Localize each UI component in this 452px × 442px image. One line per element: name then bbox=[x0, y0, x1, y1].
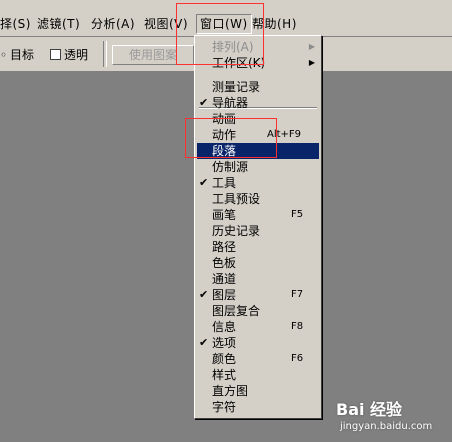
target-radio-icon[interactable]: ◦ bbox=[0, 47, 7, 63]
menu-item-tools[interactable]: ✔ 工具 bbox=[197, 175, 319, 191]
submenu-arrow-icon: ▶ bbox=[308, 42, 315, 51]
checkmark-icon: ✔ bbox=[199, 336, 209, 349]
transparent-checkbox[interactable] bbox=[50, 49, 61, 60]
menu-item-character[interactable]: 字符 bbox=[197, 399, 319, 415]
menu-item-layer-comps[interactable]: 图层复合 bbox=[197, 303, 319, 319]
menu-item-navigator[interactable]: ✔ 导航器 bbox=[197, 95, 319, 111]
submenu-arrow-icon: ▶ bbox=[308, 58, 315, 67]
target-label: 目标 bbox=[10, 48, 35, 62]
checkmark-icon: ✔ bbox=[199, 176, 209, 189]
menu-item-layers[interactable]: ✔ 图层 F7 bbox=[197, 287, 319, 303]
menu-item-tool-presets[interactable]: 工具预设 bbox=[197, 191, 319, 207]
toolbar-divider bbox=[103, 41, 107, 67]
menu-item-styles[interactable]: 样式 bbox=[197, 367, 319, 383]
menu-item-channels[interactable]: 通道 bbox=[197, 271, 319, 287]
menu-select[interactable]: 择(S) bbox=[0, 15, 31, 33]
checkmark-icon: ✔ bbox=[199, 288, 209, 301]
menu-item-options[interactable]: ✔ 选项 bbox=[197, 335, 319, 351]
watermark-url: jingyan.baidu.com bbox=[340, 421, 433, 432]
menu-item-measurement-log[interactable]: 测量记录 bbox=[197, 79, 319, 95]
menu-item-history[interactable]: 历史记录 bbox=[197, 223, 319, 239]
annotation-box-window-menu bbox=[176, 3, 264, 65]
menu-item-color[interactable]: 颜色 F6 bbox=[197, 351, 319, 367]
menu-item-clone-source[interactable]: 仿制源 bbox=[197, 159, 319, 175]
menu-analysis[interactable]: 分析(A) bbox=[91, 15, 135, 33]
menu-item-histogram[interactable]: 直方图 bbox=[197, 383, 319, 399]
menu-item-paths[interactable]: 路径 bbox=[197, 239, 319, 255]
window-menu-dropdown: 排列(A) ▶ 工作区(K) ▶ 测量记录 ✔ 导航器 动画 动作 Alt+F9… bbox=[194, 35, 322, 419]
menu-item-brushes[interactable]: 画笔 F5 bbox=[197, 207, 319, 223]
menu-item-swatches[interactable]: 色板 bbox=[197, 255, 319, 271]
transparent-label: 透明 bbox=[64, 48, 89, 62]
menu-filter[interactable]: 滤镜(T) bbox=[37, 15, 80, 33]
annotation-box-paragraph bbox=[185, 118, 277, 158]
menu-item-info[interactable]: 信息 F8 bbox=[197, 319, 319, 335]
checkmark-icon: ✔ bbox=[199, 96, 209, 109]
baidu-watermark: Bai 经验 bbox=[336, 400, 403, 419]
